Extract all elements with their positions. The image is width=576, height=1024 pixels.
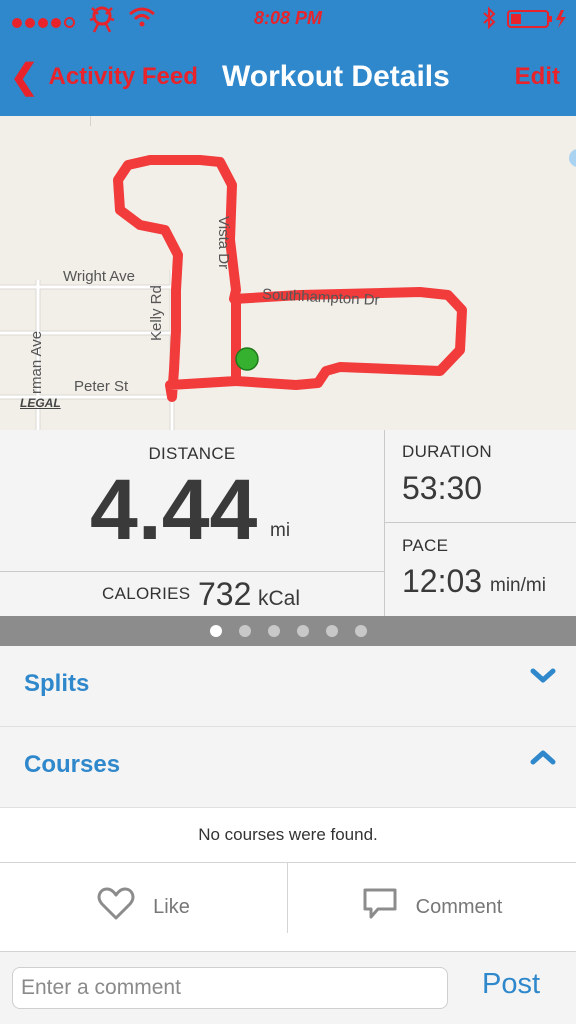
distance-unit: mi	[270, 520, 291, 541]
calories-unit: kCal	[258, 587, 301, 610]
battery-icon	[506, 8, 568, 35]
page-dot[interactable]	[296, 625, 309, 637]
social-actions: Like Comment	[0, 863, 576, 952]
top-bar: 8:08 PM ❮ Activity Feed Workout Details …	[0, 0, 576, 116]
like-button[interactable]: Like	[0, 863, 287, 951]
courses-title: Courses	[24, 751, 121, 778]
comment-label: Comment	[415, 895, 503, 918]
page-indicator[interactable]	[0, 616, 576, 646]
splits-section[interactable]: Splits	[0, 646, 576, 727]
duration-value: 53:30	[402, 470, 483, 506]
street-label-vista: Vista Dr	[215, 216, 232, 270]
comment-input[interactable]	[12, 967, 448, 1009]
page-title: Workout Details	[222, 60, 450, 93]
pace-value: 12:03	[402, 563, 483, 599]
pace-unit: min/mi	[490, 575, 546, 596]
street-label-peter: Peter St	[74, 378, 129, 395]
bluetooth-icon	[482, 6, 496, 35]
splits-title: Splits	[24, 670, 90, 697]
pace-label: PACE	[402, 536, 449, 555]
post-button[interactable]: Post	[482, 968, 540, 1001]
page-dot[interactable]	[267, 625, 280, 637]
page-dot[interactable]	[354, 625, 367, 637]
comment-bar: Post	[0, 952, 576, 1024]
comment-button[interactable]: Comment	[288, 863, 576, 951]
chevron-up-icon[interactable]	[530, 749, 556, 770]
page-dot[interactable]	[238, 625, 251, 637]
workout-stats: DISTANCE 4.44 mi CALORIES 732 kCal DURAT…	[0, 430, 576, 616]
speech-bubble-icon	[362, 887, 398, 927]
no-courses-message: No courses were found.	[0, 808, 576, 863]
back-label: Activity Feed	[48, 63, 198, 90]
street-label-orman: rman Ave	[28, 330, 45, 394]
edit-button[interactable]: Edit	[515, 56, 560, 98]
like-label: Like	[153, 895, 190, 918]
courses-section[interactable]: Courses	[0, 727, 576, 808]
calories-label: CALORIES	[102, 584, 191, 603]
distance-value: 4.44	[90, 462, 258, 558]
page-dot[interactable]	[209, 625, 222, 637]
start-marker	[235, 347, 259, 371]
calories-value: 732	[198, 576, 252, 612]
back-button[interactable]: ❮ Activity Feed	[10, 56, 198, 98]
chevron-down-icon[interactable]	[530, 668, 556, 689]
page-dot[interactable]	[325, 625, 338, 637]
distance-label: DISTANCE	[148, 444, 236, 463]
heart-icon	[97, 887, 135, 927]
street-label-wright: Wright Ave	[63, 268, 135, 285]
map-legal-link[interactable]: LEGAL	[20, 396, 61, 410]
duration-label: DURATION	[402, 442, 492, 461]
route-map[interactable]: Wright Ave Kelly Rd Vista Dr Southhampto…	[0, 126, 576, 431]
street-label-kelly: Kelly Rd	[148, 285, 165, 341]
chevron-left-icon: ❮	[10, 58, 39, 96]
